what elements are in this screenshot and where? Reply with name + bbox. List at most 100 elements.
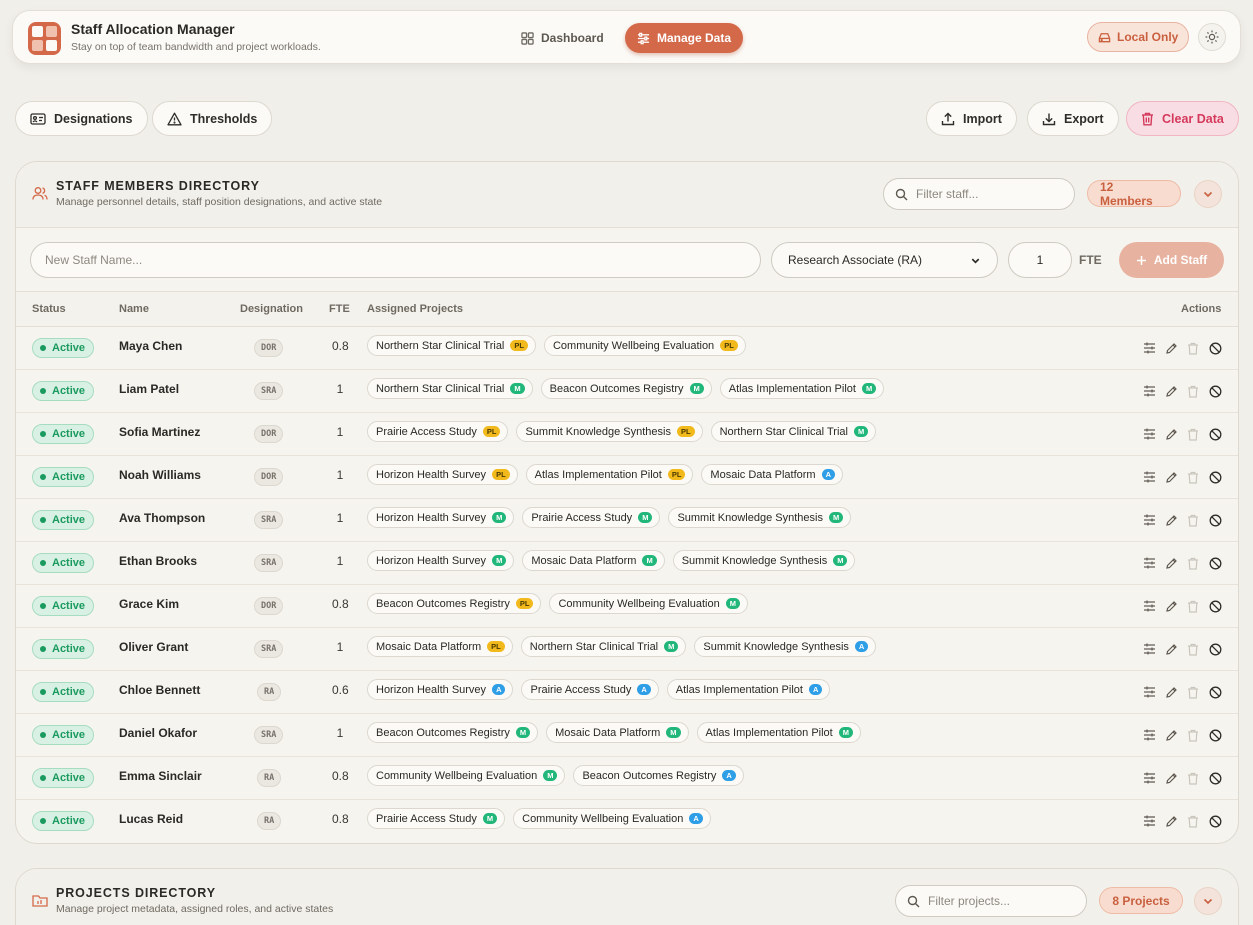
project-chip[interactable]: Atlas Implementation Pilot M xyxy=(696,722,861,743)
status-badge[interactable]: Active xyxy=(32,553,95,573)
project-chip[interactable]: Community Wellbeing Evaluation PL xyxy=(543,335,746,356)
project-chip[interactable]: Prairie Access Study M xyxy=(367,808,506,829)
project-chip[interactable]: Mosaic Data Platform M xyxy=(522,550,665,571)
status-badge[interactable]: Active xyxy=(32,424,95,444)
delete-icon[interactable] xyxy=(1186,470,1200,484)
status-badge[interactable]: Active xyxy=(32,596,95,616)
deactivate-icon[interactable] xyxy=(1208,642,1222,656)
status-badge[interactable]: Active xyxy=(32,811,95,831)
project-chip[interactable]: Atlas Implementation Pilot M xyxy=(719,378,885,399)
delete-icon[interactable] xyxy=(1186,728,1200,742)
edit-icon[interactable] xyxy=(1164,771,1178,785)
status-badge[interactable]: Active xyxy=(32,510,95,530)
project-chip[interactable]: Prairie Access Study PL xyxy=(367,421,509,442)
deactivate-icon[interactable] xyxy=(1208,427,1222,441)
deactivate-icon[interactable] xyxy=(1208,556,1222,570)
add-staff-button[interactable]: Add Staff xyxy=(1119,242,1224,278)
allocate-icon[interactable] xyxy=(1142,341,1156,355)
clear-data-button[interactable]: Clear Data xyxy=(1126,101,1239,136)
status-badge[interactable]: Active xyxy=(32,467,95,487)
project-chip[interactable]: Mosaic Data Platform PL xyxy=(367,636,513,657)
edit-icon[interactable] xyxy=(1164,513,1178,527)
allocate-icon[interactable] xyxy=(1142,470,1156,484)
allocate-icon[interactable] xyxy=(1142,771,1156,785)
deactivate-icon[interactable] xyxy=(1208,384,1222,398)
projects-collapse-button[interactable] xyxy=(1194,887,1222,915)
fte-input[interactable]: 1 xyxy=(1008,242,1072,278)
staff-collapse-button[interactable] xyxy=(1194,180,1222,208)
column-name[interactable]: Name xyxy=(119,303,149,315)
column-designation[interactable]: Designation xyxy=(240,303,303,315)
status-badge[interactable]: Active xyxy=(32,338,95,358)
delete-icon[interactable] xyxy=(1186,814,1200,828)
deactivate-icon[interactable] xyxy=(1208,814,1222,828)
project-chip[interactable]: Community Wellbeing Evaluation A xyxy=(513,808,711,829)
import-button[interactable]: Import xyxy=(926,101,1017,136)
status-badge[interactable]: Active xyxy=(32,725,95,745)
project-chip[interactable]: Horizon Health Survey M xyxy=(367,507,515,528)
allocate-icon[interactable] xyxy=(1142,556,1156,570)
project-chip[interactable]: Horizon Health Survey M xyxy=(367,550,515,571)
deactivate-icon[interactable] xyxy=(1208,470,1222,484)
project-chip[interactable]: Mosaic Data Platform M xyxy=(546,722,689,743)
project-chip[interactable]: Prairie Access Study A xyxy=(521,679,659,700)
project-chip[interactable]: Summit Knowledge Synthesis M xyxy=(672,550,856,571)
project-chip[interactable]: Mosaic Data Platform A xyxy=(701,464,843,485)
project-chip[interactable]: Beacon Outcomes Registry PL xyxy=(367,593,542,614)
project-chip[interactable]: Beacon Outcomes Registry A xyxy=(573,765,744,786)
allocate-icon[interactable] xyxy=(1142,814,1156,828)
edit-icon[interactable] xyxy=(1164,599,1178,613)
project-chip[interactable]: Northern Star Clinical Trial M xyxy=(367,378,533,399)
nav-dashboard[interactable]: Dashboard xyxy=(509,23,616,53)
edit-icon[interactable] xyxy=(1164,685,1178,699)
delete-icon[interactable] xyxy=(1186,513,1200,527)
project-chip[interactable]: Beacon Outcomes Registry M xyxy=(540,378,712,399)
deactivate-icon[interactable] xyxy=(1208,513,1222,527)
delete-icon[interactable] xyxy=(1186,427,1200,441)
deactivate-icon[interactable] xyxy=(1208,341,1222,355)
thresholds-button[interactable]: Thresholds xyxy=(152,101,273,136)
project-chip[interactable]: Beacon Outcomes Registry M xyxy=(367,722,539,743)
allocate-icon[interactable] xyxy=(1142,728,1156,742)
staff-directory-header[interactable]: STAFF MEMBERS DIRECTORY Manage personnel… xyxy=(16,162,1238,228)
edit-icon[interactable] xyxy=(1164,341,1178,355)
nav-manage-data[interactable]: Manage Data xyxy=(625,23,744,53)
allocate-icon[interactable] xyxy=(1142,427,1156,441)
staff-filter-input[interactable]: Filter staff... xyxy=(883,178,1075,210)
project-chip[interactable]: Horizon Health Survey A xyxy=(367,679,514,700)
delete-icon[interactable] xyxy=(1186,599,1200,613)
project-chip[interactable]: Community Wellbeing Evaluation M xyxy=(549,593,748,614)
edit-icon[interactable] xyxy=(1164,728,1178,742)
project-chip[interactable]: Northern Star Clinical Trial M xyxy=(520,636,687,657)
project-chip[interactable]: Prairie Access Study M xyxy=(522,507,661,528)
allocate-icon[interactable] xyxy=(1142,384,1156,398)
delete-icon[interactable] xyxy=(1186,556,1200,570)
edit-icon[interactable] xyxy=(1164,470,1178,484)
project-chip[interactable]: Northern Star Clinical Trial M xyxy=(710,421,877,442)
projects-directory-header[interactable]: PROJECTS DIRECTORY Manage project metada… xyxy=(16,869,1238,925)
new-staff-name-input[interactable] xyxy=(30,242,761,278)
designation-select[interactable]: Research Associate (RA) xyxy=(771,242,998,278)
delete-icon[interactable] xyxy=(1186,771,1200,785)
edit-icon[interactable] xyxy=(1164,384,1178,398)
delete-icon[interactable] xyxy=(1186,685,1200,699)
project-chip[interactable]: Summit Knowledge Synthesis PL xyxy=(516,421,703,442)
local-only-badge[interactable]: Local Only xyxy=(1087,22,1190,52)
allocate-icon[interactable] xyxy=(1142,685,1156,699)
project-chip[interactable]: Summit Knowledge Synthesis A xyxy=(694,636,877,657)
column-fte[interactable]: FTE xyxy=(329,303,350,315)
status-badge[interactable]: Active xyxy=(32,381,95,401)
project-chip[interactable]: Community Wellbeing Evaluation M xyxy=(367,765,566,786)
edit-icon[interactable] xyxy=(1164,642,1178,656)
project-chip[interactable]: Atlas Implementation Pilot A xyxy=(666,679,831,700)
project-chip[interactable]: Summit Knowledge Synthesis M xyxy=(668,507,852,528)
allocate-icon[interactable] xyxy=(1142,599,1156,613)
project-chip[interactable]: Northern Star Clinical Trial PL xyxy=(367,335,536,356)
project-chip[interactable]: Atlas Implementation Pilot PL xyxy=(525,464,694,485)
projects-filter-input[interactable]: Filter projects... xyxy=(895,885,1087,917)
status-badge[interactable]: Active xyxy=(32,768,95,788)
deactivate-icon[interactable] xyxy=(1208,599,1222,613)
deactivate-icon[interactable] xyxy=(1208,771,1222,785)
edit-icon[interactable] xyxy=(1164,556,1178,570)
status-badge[interactable]: Active xyxy=(32,682,95,702)
